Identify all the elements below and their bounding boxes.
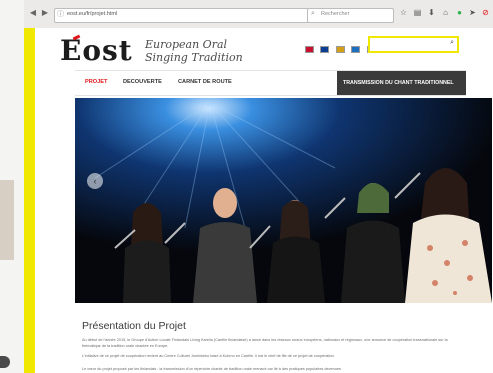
forward-arrow-icon[interactable]: ▶ bbox=[40, 8, 50, 18]
menu-item-transmission[interactable]: TRANSMISSION DU CHANT TRADITIONNEL bbox=[337, 71, 466, 95]
browser-search-bar[interactable]: ⌕ Rechercher bbox=[307, 8, 394, 23]
yellow-side-stripe bbox=[24, 28, 35, 373]
menu-item-decouverte[interactable]: DECOUVERTE bbox=[123, 79, 162, 85]
extension-icon[interactable]: ● bbox=[454, 7, 465, 19]
tagline-line-1: European Oral bbox=[145, 38, 228, 51]
menu-item-transmission-label: TRANSMISSION DU CHANT TRADITIONNEL bbox=[343, 80, 454, 86]
page-title: Présentation du Projet bbox=[82, 320, 186, 332]
bookmark-star-icon[interactable]: ☆ bbox=[398, 7, 409, 19]
menu-item-projet[interactable]: PROJET bbox=[85, 79, 107, 85]
search-icon[interactable]: ⌕ bbox=[450, 39, 454, 47]
intro-paragraph-2: L'initiative de ce projet de coopération… bbox=[82, 354, 335, 358]
intro-paragraph-3: Le cœur du projet proposé par les finlan… bbox=[82, 367, 341, 371]
site-tagline: European Oral Singing Tradition bbox=[145, 38, 243, 64]
back-arrow-icon[interactable]: ◀ bbox=[28, 8, 38, 18]
tagline-line-2: Singing Tradition bbox=[145, 51, 243, 64]
site-logo[interactable]: Eost bbox=[60, 34, 133, 67]
address-bar[interactable]: ⓘ eost.eu/fr/projet.html ↻ bbox=[54, 8, 326, 23]
browser-toolbar: ◀ ▶ ⓘ eost.eu/fr/projet.html ↻ ⌕ Recherc… bbox=[24, 0, 493, 29]
home-icon[interactable]: ⌂ bbox=[440, 7, 451, 19]
flag-icon[interactable] bbox=[351, 46, 361, 53]
browser-search-placeholder: Rechercher bbox=[321, 11, 350, 17]
website: Eost European Oral Singing Tradition ⌕ P… bbox=[35, 28, 493, 373]
reading-list-icon[interactable]: ▤ bbox=[412, 7, 423, 19]
flag-icon[interactable] bbox=[305, 46, 314, 53]
blocker-icon[interactable]: ⊘ bbox=[480, 7, 491, 19]
background-object bbox=[0, 180, 14, 260]
site-info-icon[interactable]: ⓘ bbox=[57, 10, 66, 19]
singers-photo bbox=[75, 98, 492, 303]
search-icon: ⌕ bbox=[311, 10, 315, 17]
hero-slideshow-image: ‹ bbox=[75, 98, 492, 303]
slideshow-prev-arrow-icon[interactable]: ‹ bbox=[87, 173, 103, 189]
left-bezel bbox=[0, 0, 24, 373]
site-search-input[interactable]: ⌕ bbox=[368, 36, 459, 53]
flag-icon[interactable] bbox=[335, 46, 345, 53]
intro-paragraph-1: Au début de l'année 2015, le Groupe d'Ac… bbox=[82, 338, 448, 348]
browser-window: ◀ ▶ ⓘ eost.eu/fr/projet.html ↻ ⌕ Recherc… bbox=[24, 0, 493, 373]
bezel-knob bbox=[0, 356, 10, 368]
main-menu: PROJET DECOUVERTE CARNET DE ROUTE TRANSM… bbox=[75, 70, 466, 96]
send-icon[interactable]: ➤ bbox=[467, 7, 478, 19]
download-icon[interactable]: ⬇ bbox=[426, 7, 437, 19]
logo-text: Eost bbox=[60, 34, 133, 67]
flag-icon[interactable] bbox=[320, 46, 330, 53]
menu-item-carnet-de-route[interactable]: CARNET DE ROUTE bbox=[178, 79, 232, 85]
address-text: eost.eu/fr/projet.html bbox=[67, 11, 118, 17]
